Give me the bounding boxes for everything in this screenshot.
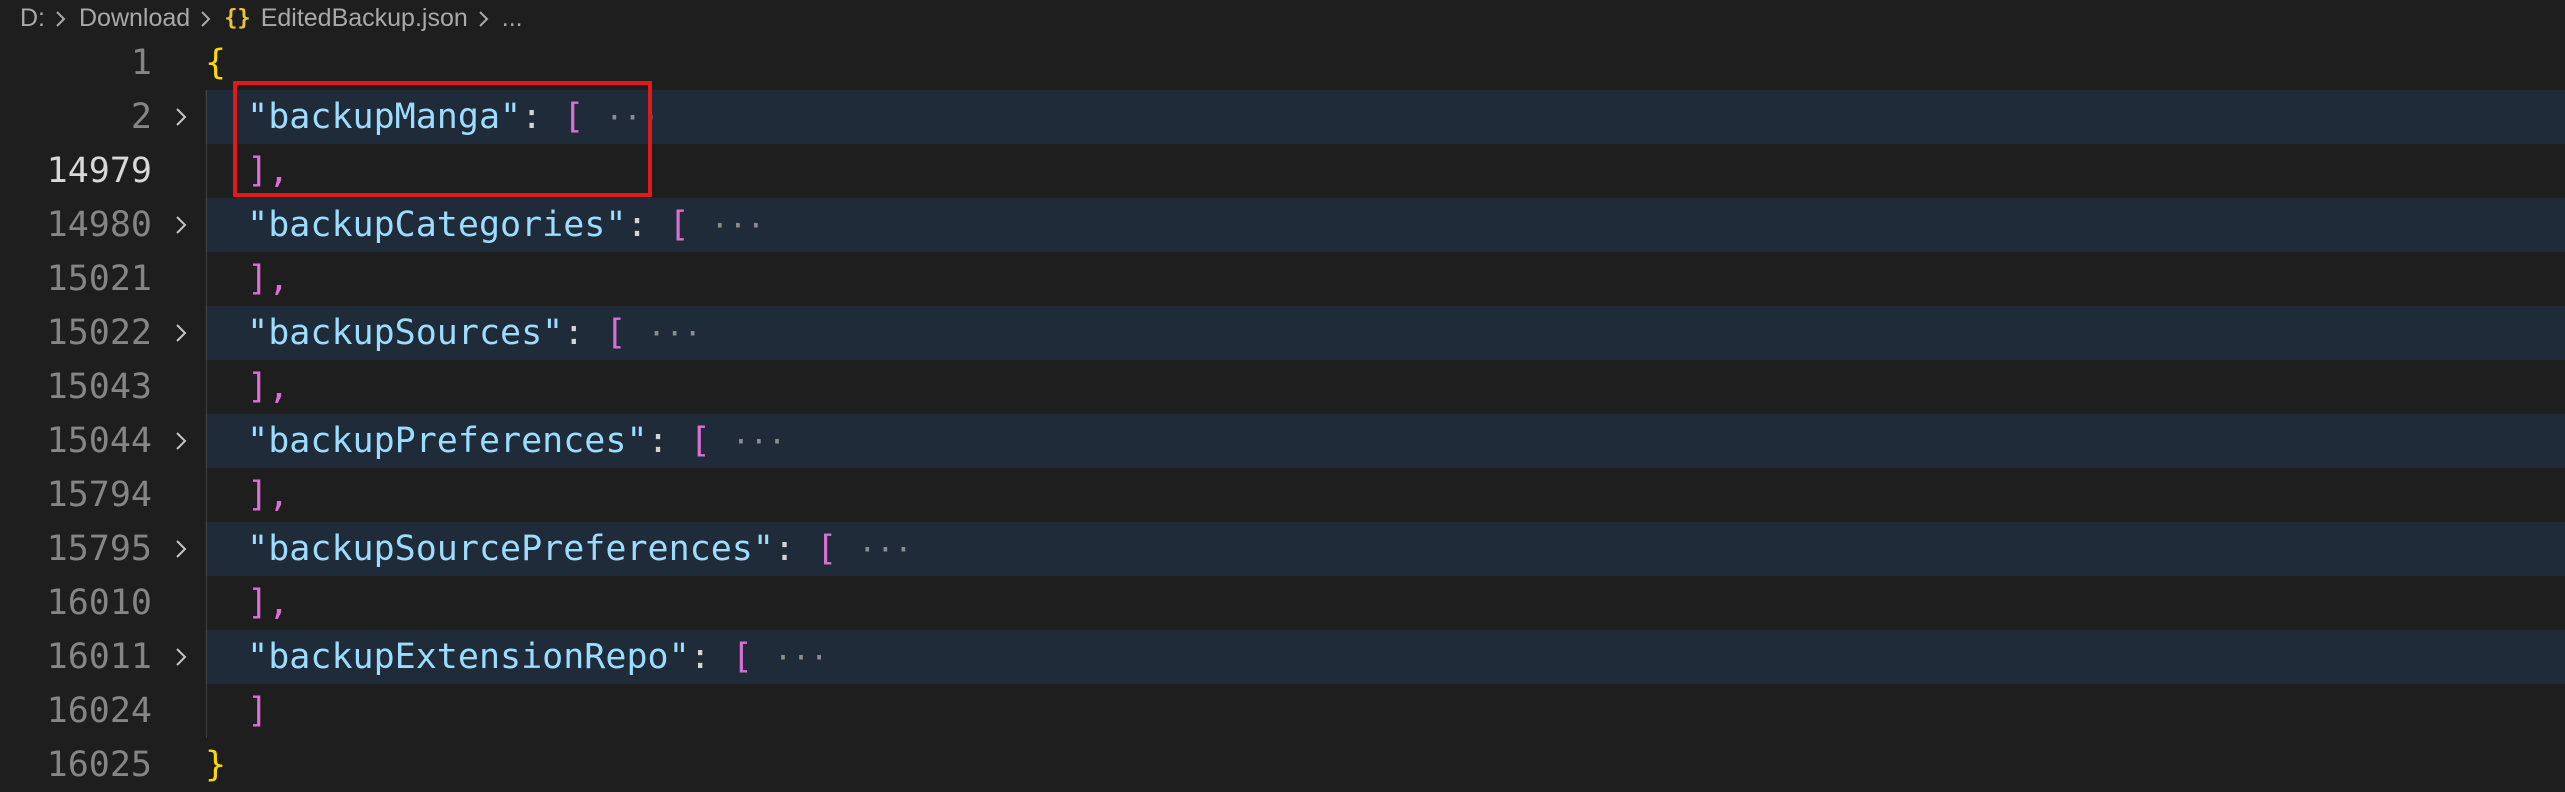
close-bracket: ],: [247, 475, 290, 515]
code-text: ],: [205, 252, 289, 306]
highlight-annotation-box: [233, 81, 652, 197]
json-key: "backupSourcePreferences": [247, 529, 774, 569]
open-bracket: [: [816, 529, 838, 569]
close-bracket: ],: [247, 259, 290, 299]
fold-chevron-icon[interactable]: [170, 306, 200, 360]
code-line: 15043 ],: [0, 360, 2565, 414]
json-key: "backupPreferences": [247, 421, 648, 461]
code-line: 16011 "backupExtensionRepo": [ ···: [0, 630, 2565, 684]
close-bracket: ]: [247, 691, 269, 731]
line-number: 16025: [46, 745, 152, 785]
chevron-right-icon: [45, 0, 79, 36]
line-number: 16024: [46, 691, 152, 731]
code-line: 16010 ],: [0, 576, 2565, 630]
editor-window: D: Download {} EditedBackup.json ... 1 {…: [0, 0, 2565, 792]
code-text: "backupSources": [ ···: [247, 313, 702, 353]
open-bracket: [: [668, 205, 690, 245]
folded-ellipsis[interactable]: ···: [711, 209, 765, 244]
open-bracket: [: [605, 313, 627, 353]
fold-chevron-icon[interactable]: [170, 522, 200, 576]
json-key: "backupSources": [247, 313, 564, 353]
line-number: 14980: [46, 205, 152, 245]
close-bracket: ],: [247, 367, 290, 407]
breadcrumb: D: Download {} EditedBackup.json ...: [0, 0, 2565, 36]
code-line: 16025 }: [0, 738, 2565, 792]
code-line: 15795 "backupSourcePreferences": [ ···: [0, 522, 2565, 576]
chevron-right-icon: [190, 0, 224, 36]
code-line: 15022 "backupSources": [ ···: [0, 306, 2565, 360]
breadcrumb-drive[interactable]: D:: [20, 4, 45, 33]
line-number: 15043: [46, 367, 152, 407]
code-line: 15044 "backupPreferences": [ ···: [0, 414, 2565, 468]
open-bracket: [: [731, 637, 753, 677]
json-key: "backupCategories": [247, 205, 627, 245]
line-number: 15044: [46, 421, 152, 461]
code-text: ]: [205, 684, 268, 738]
indent-guide: [206, 90, 207, 738]
breadcrumb-file[interactable]: EditedBackup.json: [261, 4, 468, 33]
line-number: 15794: [46, 475, 152, 515]
folded-ellipsis[interactable]: ···: [648, 317, 702, 352]
code-text: "backupExtensionRepo": [ ···: [247, 637, 829, 677]
line-number: 15795: [46, 529, 152, 569]
json-key: "backupExtensionRepo": [247, 637, 690, 677]
breadcrumb-folder[interactable]: Download: [79, 4, 190, 33]
line-number: 16011: [46, 637, 152, 677]
code-text: {: [205, 36, 226, 90]
line-number: 14979: [46, 151, 152, 191]
folded-ellipsis[interactable]: ···: [732, 425, 786, 460]
open-bracket: [: [689, 421, 711, 461]
code-line: 16024 ]: [0, 684, 2565, 738]
fold-chevron-icon[interactable]: [170, 414, 200, 468]
close-bracket: ],: [247, 583, 290, 623]
chevron-right-icon: [468, 0, 502, 36]
code-text: ],: [205, 468, 289, 522]
folded-ellipsis[interactable]: ···: [774, 641, 828, 676]
code-text: ],: [205, 576, 289, 630]
line-number: 16010: [46, 583, 152, 623]
folded-ellipsis[interactable]: ···: [858, 533, 912, 568]
json-file-icon: {}: [224, 5, 251, 31]
code-line: 15021 ],: [0, 252, 2565, 306]
line-number: 15022: [46, 313, 152, 353]
open-brace: {: [205, 43, 227, 83]
fold-chevron-icon[interactable]: [170, 630, 200, 684]
code-line: 14980 "backupCategories": [ ···: [0, 198, 2565, 252]
line-number: 15021: [46, 259, 152, 299]
code-text: }: [205, 738, 226, 792]
fold-chevron-icon[interactable]: [170, 198, 200, 252]
line-number: 2: [130, 97, 152, 137]
close-brace: }: [205, 745, 227, 785]
code-text: "backupCategories": [ ···: [247, 205, 765, 245]
fold-chevron-icon[interactable]: [170, 90, 200, 144]
code-line: 15794 ],: [0, 468, 2565, 522]
code-text: "backupSourcePreferences": [ ···: [247, 529, 913, 569]
breadcrumb-more[interactable]: ...: [502, 4, 523, 33]
code-text: "backupPreferences": [ ···: [247, 421, 787, 461]
line-number: 1: [130, 43, 152, 83]
code-text: ],: [205, 360, 289, 414]
